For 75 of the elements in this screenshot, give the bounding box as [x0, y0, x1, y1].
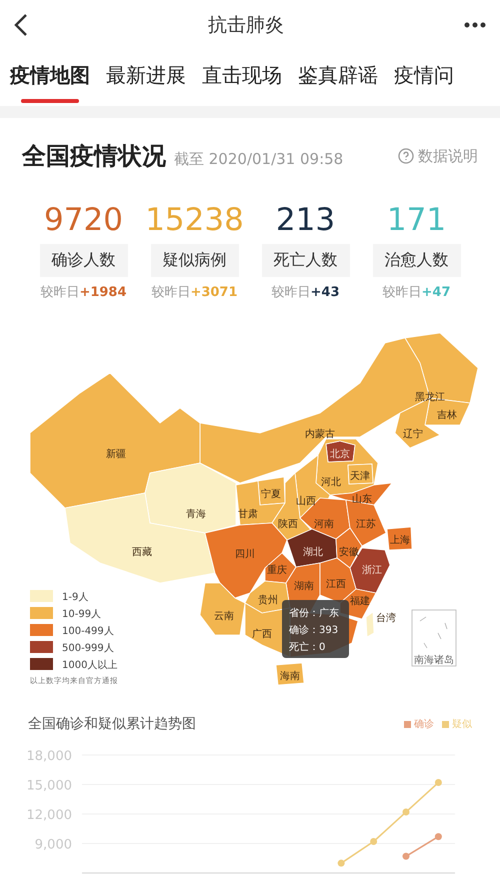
- province-shape[interactable]: [276, 662, 304, 686]
- province-label: 海南: [280, 671, 300, 682]
- province-label: 吉林: [437, 410, 457, 421]
- data-point: [434, 779, 442, 786]
- province-shape[interactable]: [350, 548, 390, 594]
- legend-label: 100-499人: [62, 626, 114, 637]
- legend-label: 10-99人: [62, 609, 102, 620]
- province-label: 新疆: [106, 449, 126, 460]
- section-title: 全国疫情状况: [22, 141, 166, 172]
- legend-label: 500-999人: [62, 643, 114, 654]
- data-point: [370, 838, 378, 846]
- legend-label: 1-9人: [62, 592, 88, 603]
- stat-change: 较昨日+47: [382, 284, 450, 301]
- tooltip-text: 省份：广东: [289, 608, 339, 619]
- tab[interactable]: 疫情地图: [10, 50, 90, 106]
- province-label: 重庆: [267, 565, 287, 576]
- province-label: 浙江: [362, 565, 382, 576]
- province-label: 江西: [326, 579, 346, 590]
- more-icon[interactable]: [464, 22, 486, 28]
- province-label: 安徽: [339, 547, 359, 558]
- stat-label: 疑似病例: [150, 244, 238, 277]
- province-label: 贵州: [258, 595, 278, 606]
- province-label: 福建: [350, 596, 370, 607]
- province-shape[interactable]: [258, 476, 286, 506]
- province-label: 湖北: [303, 547, 323, 558]
- inset-label: 南海诸岛: [414, 655, 454, 666]
- province-label: 青海: [186, 509, 206, 520]
- tooltip-text: 确诊：393: [289, 625, 338, 636]
- province-label: 湖南: [294, 581, 314, 592]
- stat-label: 确诊人数: [40, 244, 128, 277]
- inset-frame: [412, 610, 456, 666]
- data-point: [402, 852, 410, 860]
- province-label: 江苏: [356, 519, 376, 530]
- tab[interactable]: 鉴真辟谣: [298, 50, 378, 106]
- province-shape[interactable]: [348, 464, 374, 484]
- page-title: 抗击肺炎: [208, 13, 284, 38]
- province-label: 辽宁: [403, 429, 423, 440]
- province-label: 云南: [214, 611, 234, 622]
- province-label: 天津: [350, 471, 370, 482]
- province-label: 上海: [390, 535, 410, 546]
- legend-label: 疑似: [452, 718, 472, 731]
- province-label: 河南: [314, 519, 334, 530]
- province-label: 宁夏: [261, 489, 281, 500]
- stat-change: 较昨日+43: [272, 284, 340, 301]
- province-label: 陕西: [278, 519, 298, 530]
- tab[interactable]: 直击现场: [202, 50, 282, 106]
- province-label: 西藏: [132, 547, 152, 558]
- legend-label: 确诊: [414, 718, 434, 731]
- province-shape[interactable]: [386, 526, 412, 550]
- tab[interactable]: 疫情问: [394, 50, 454, 106]
- province-label: 四川: [235, 549, 255, 560]
- province-label: 河北: [321, 477, 341, 488]
- tooltip-text: 死亡：0: [289, 642, 326, 653]
- data-point: [434, 833, 442, 840]
- map-tooltip: [282, 600, 349, 658]
- province-label: 台湾: [376, 613, 396, 624]
- tab[interactable]: 最新进展: [106, 50, 186, 106]
- stat-change: 较昨日+3071: [151, 284, 238, 301]
- stat-change: 较昨日+1984: [40, 284, 127, 301]
- timestamp: 截至 2020/01/31 09:58: [174, 150, 344, 169]
- stat-value: 15238: [145, 202, 244, 238]
- province-label: 广西: [252, 629, 272, 640]
- stat-label: 治愈人数: [372, 244, 460, 277]
- back-icon[interactable]: [14, 13, 28, 37]
- chart-title: 全国确诊和疑似累计趋势图: [28, 715, 196, 733]
- stat-value: 213: [276, 202, 336, 238]
- legend-label: 1000人以上: [62, 660, 118, 671]
- data-point: [402, 808, 410, 816]
- stat-value: 9720: [44, 202, 123, 238]
- stat-label: 死亡人数: [262, 244, 350, 277]
- province-shape[interactable]: [286, 528, 338, 568]
- data-point: [338, 860, 345, 867]
- province-label: 北京: [330, 449, 350, 460]
- stat-value: 171: [386, 202, 446, 238]
- help-icon: [398, 148, 414, 164]
